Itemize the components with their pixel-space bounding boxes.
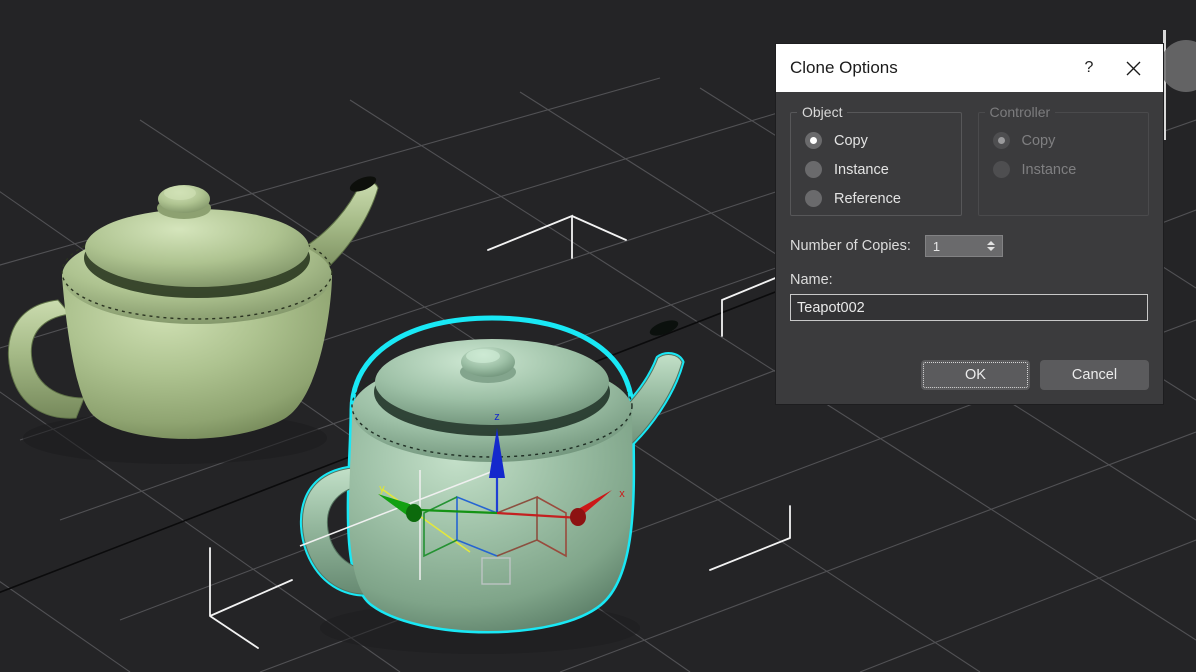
name-label: Name: [790,272,833,288]
number-of-copies-row: Number of Copies: 1 [790,234,1149,258]
radio-object-reference[interactable]: Reference [791,184,961,213]
controller-group: Controller Copy Instance [977,104,1149,216]
number-of-copies-value[interactable]: 1 [926,239,983,254]
ok-button[interactable]: OK [921,360,1030,390]
dialog-titlebar[interactable]: Clone Options ? [776,44,1163,92]
radio-object-copy[interactable]: Copy [791,126,961,155]
close-icon [1126,61,1140,75]
dialog-button-row: OK Cancel [921,360,1149,390]
radio-label: Reference [834,190,901,207]
option-groups: Object Copy Instance Reference Controlle… [790,104,1149,216]
gizmo-label-z: z [494,411,500,423]
dialog-title: Clone Options [790,58,898,77]
radio-controller-instance: Instance [979,155,1149,184]
dialog-body: Object Copy Instance Reference Controlle… [776,92,1163,404]
radio-label: Instance [1021,161,1077,178]
name-input-value[interactable]: Teapot002 [797,300,865,316]
number-of-copies-stepper[interactable]: 1 [924,235,1003,257]
radio-controller-copy: Copy [979,126,1149,155]
radio-object-instance[interactable]: Instance [791,155,961,184]
radio-indicator [992,161,1010,178]
viewcube-divider [1163,30,1166,140]
app-window: z x y Clone Options ? Object Copy Instan… [0,0,1196,672]
radio-indicator[interactable] [805,190,822,207]
gizmo-label-x: x [619,488,625,500]
radio-indicator [992,132,1010,149]
number-of-copies-label: Number of Copies: [790,238,911,254]
object-group: Object Copy Instance Reference [790,104,962,216]
spinner-arrows-icon[interactable] [983,236,999,256]
radio-label: Copy [1021,132,1056,149]
radio-indicator[interactable] [805,132,822,149]
close-button[interactable] [1111,48,1155,88]
help-button[interactable]: ? [1067,48,1111,88]
name-input[interactable]: Teapot002 [790,294,1148,321]
clone-options-dialog[interactable]: Clone Options ? Object Copy Instance Ref… [776,44,1163,404]
radio-label: Copy [834,132,868,149]
radio-label: Instance [834,161,889,178]
question-mark-icon: ? [1084,59,1094,76]
object-group-legend: Object [802,104,843,120]
cancel-button[interactable]: Cancel [1040,360,1149,390]
radio-indicator[interactable] [805,161,822,178]
gizmo-label-y: y [379,483,385,495]
controller-group-legend: Controller [989,104,1051,120]
